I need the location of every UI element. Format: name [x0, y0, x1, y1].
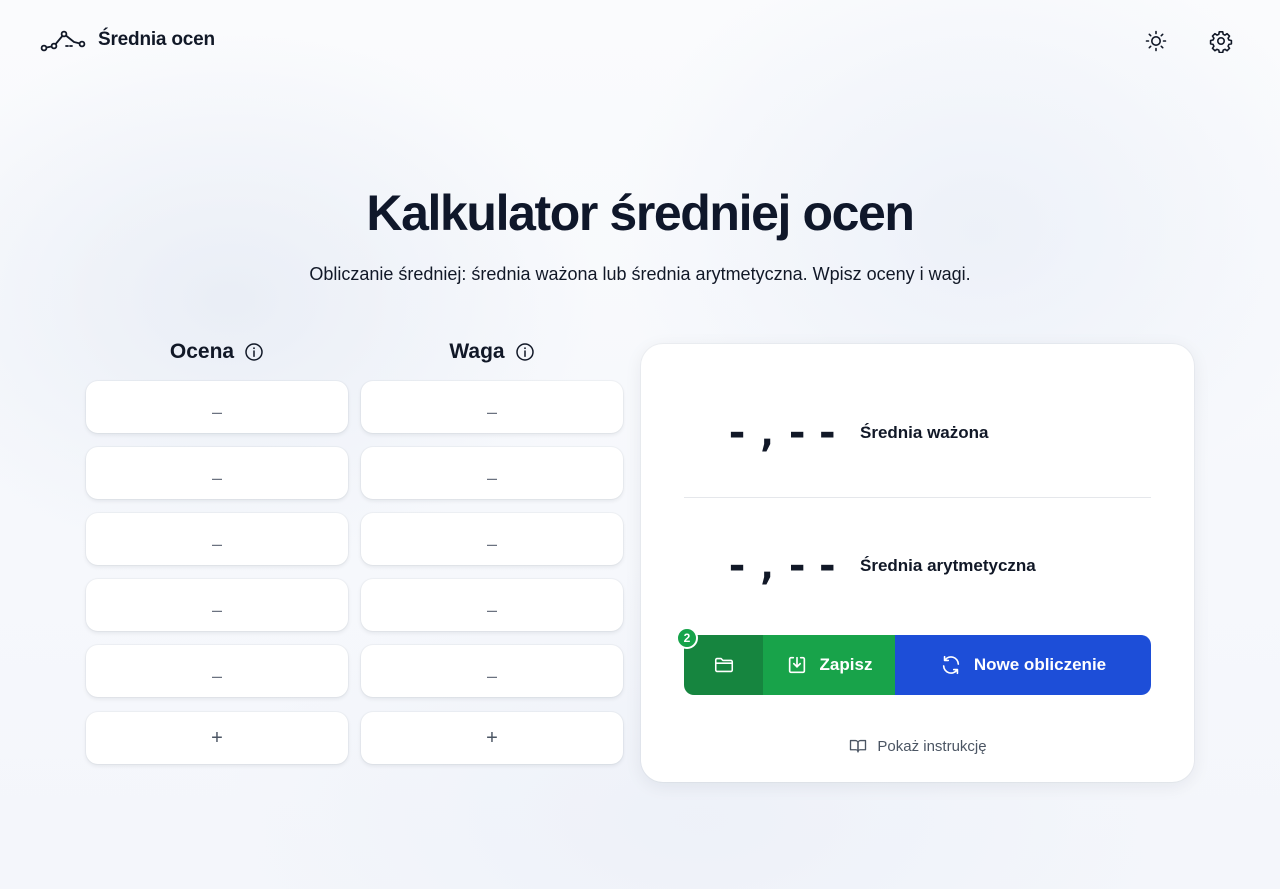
grade-placeholder: – [211, 599, 222, 620]
folder-icon [714, 657, 733, 673]
column-header-ocena: Ocena [86, 340, 348, 364]
brand-name: Średnia ocen [98, 29, 215, 50]
show-instructions-link[interactable]: Pokaż instrukcję [641, 736, 1194, 756]
gear-icon [1209, 31, 1233, 53]
column-label-ocena: Ocena [169, 340, 235, 363]
grade-input-1[interactable]: – [86, 381, 348, 433]
weight-input-3[interactable]: – [361, 513, 623, 565]
refresh-icon [942, 655, 960, 675]
weight-placeholder: – [486, 599, 497, 620]
results-card: -,-- Średnia ważona -,-- Średnia arytmet… [641, 344, 1194, 782]
book-icon [850, 739, 867, 753]
info-icon[interactable] [515, 342, 535, 362]
page-subtitle: Obliczanie średniej: średnia ważona lub … [309, 264, 971, 284]
add-grade-button[interactable]: + [86, 712, 348, 764]
weight-input-1[interactable]: – [361, 381, 623, 433]
show-instructions-label: Pokaż instrukcję [877, 737, 987, 755]
weighted-average-label: Średnia ważona [860, 423, 989, 442]
top-bar: Średnia ocen [0, 0, 1280, 82]
save-button-label: Zapisz [819, 655, 873, 674]
weight-input-5[interactable]: – [361, 645, 623, 697]
brand[interactable]: Średnia ocen [40, 26, 215, 54]
add-weight-button[interactable]: + [361, 712, 623, 764]
grade-placeholder: – [211, 665, 222, 686]
sun-icon [1145, 30, 1167, 52]
grade-input-5[interactable]: – [86, 645, 348, 697]
arithmetic-average-value: -,-- [725, 543, 846, 589]
weight-placeholder: – [486, 665, 497, 686]
page-title: Kalkulator średniej ocen [366, 185, 915, 241]
info-icon[interactable] [244, 342, 264, 362]
new-calculation-label: Nowe obliczenie [973, 655, 1107, 674]
grade-placeholder: – [211, 533, 222, 554]
theme-toggle-button[interactable] [1143, 28, 1169, 54]
plus-icon: + [486, 726, 498, 749]
saved-count-badge: 2 [676, 627, 698, 649]
grade-placeholder: – [211, 467, 222, 488]
weight-input-4[interactable]: – [361, 579, 623, 631]
weighted-average-value: -,-- [725, 410, 846, 456]
column-label-waga: Waga [449, 340, 505, 363]
grade-input-4[interactable]: – [86, 579, 348, 631]
grade-placeholder: – [211, 401, 222, 422]
saved-calculations-button[interactable]: 2 [676, 627, 763, 695]
column-header-waga: Waga [361, 340, 623, 364]
grade-input-3[interactable]: – [86, 513, 348, 565]
settings-button[interactable] [1208, 28, 1234, 54]
weight-input-2[interactable]: – [361, 447, 623, 499]
grade-input-2[interactable]: – [86, 447, 348, 499]
trend-line-icon [40, 30, 86, 52]
weight-placeholder: – [486, 533, 497, 554]
results-divider [684, 497, 1151, 498]
weight-placeholder: – [486, 401, 497, 422]
arithmetic-average-label: Średnia arytmetyczna [860, 556, 1036, 575]
weight-placeholder: – [486, 467, 497, 488]
download-icon [788, 656, 805, 674]
new-calculation-button[interactable]: Nowe obliczenie [895, 635, 1151, 695]
save-button[interactable]: Zapisz [763, 635, 895, 695]
plus-icon: + [211, 726, 223, 749]
action-button-group: 2 Zapisz Nowe obliczenie [676, 627, 1151, 695]
